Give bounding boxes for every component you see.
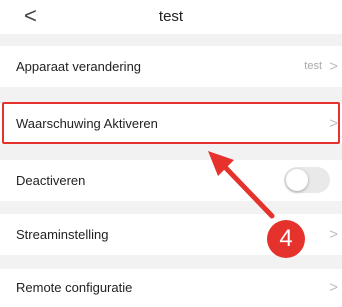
step-number-badge: 4	[267, 220, 305, 258]
pointer-arrow-icon	[208, 151, 275, 219]
